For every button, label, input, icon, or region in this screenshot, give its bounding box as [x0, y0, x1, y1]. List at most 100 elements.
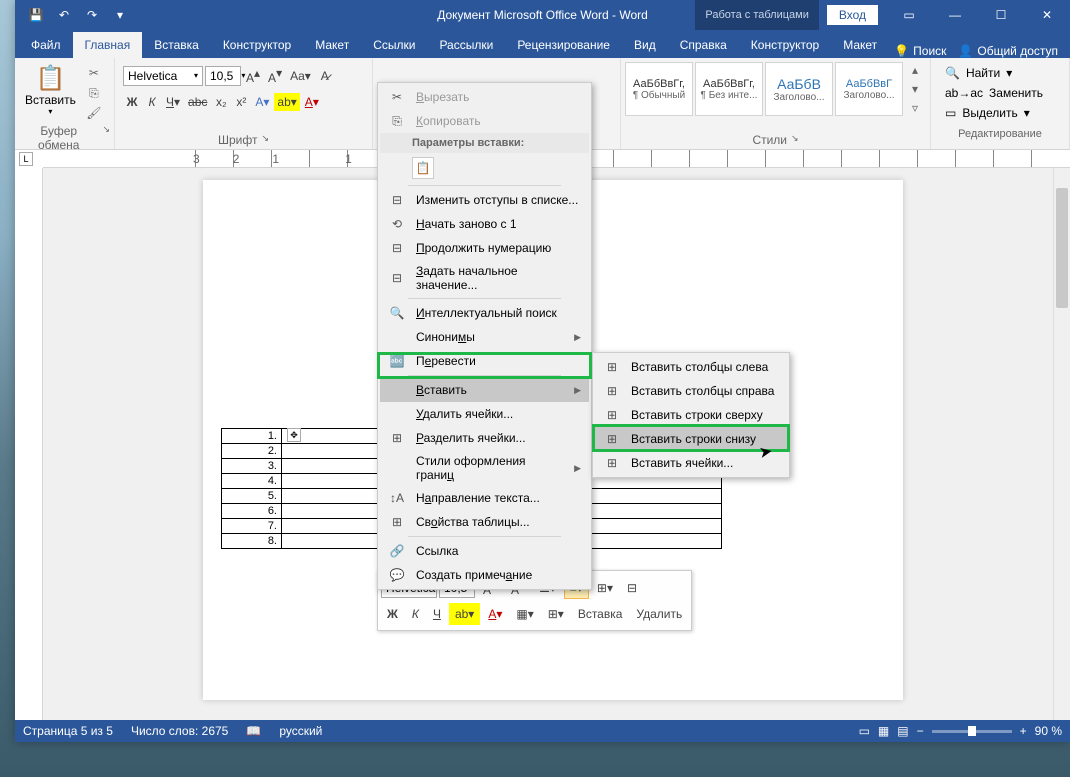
signin-button[interactable]: Вход	[827, 5, 878, 25]
undo-button[interactable]: ↶	[51, 2, 77, 28]
close-button[interactable]: ✕	[1024, 0, 1070, 30]
cm-text-direction[interactable]: ↕AНаправление текста...	[380, 486, 589, 510]
mt-borders[interactable]: ⊞▾	[542, 603, 570, 625]
bold-button[interactable]: Ж	[123, 93, 141, 111]
tab-home[interactable]: Главная	[73, 32, 143, 58]
zoom-in[interactable]: +	[1020, 724, 1027, 738]
replace-button[interactable]: ab→ac Заменить	[939, 84, 1061, 102]
cut-button[interactable]: ✂	[84, 64, 104, 82]
zoom-slider[interactable]	[932, 730, 1012, 733]
tell-me-search[interactable]: 💡 Поиск	[894, 44, 946, 58]
mt-highlight[interactable]: ab▾	[449, 603, 480, 625]
highlight-button[interactable]: ab▾	[274, 93, 299, 111]
tab-file[interactable]: Файл	[19, 32, 73, 58]
tab-references[interactable]: Ссылки	[361, 32, 427, 58]
cm-link[interactable]: 🔗Ссылка	[380, 539, 589, 563]
style-heading1[interactable]: АаБбВЗаголово...	[765, 62, 833, 116]
style-heading2[interactable]: АаБбВвГЗаголово...	[835, 62, 903, 116]
cm-smart-lookup[interactable]: 🔍Интеллектуальный поиск	[380, 301, 589, 325]
qat-customize[interactable]: ▾	[107, 2, 133, 28]
styles-up[interactable]: ▴	[905, 61, 925, 79]
superscript-button[interactable]: x²	[232, 93, 250, 111]
view-read-mode[interactable]: ▭	[859, 724, 870, 738]
redo-button[interactable]: ↷	[79, 2, 105, 28]
table-move-handle[interactable]: ✥	[287, 428, 301, 442]
tab-help[interactable]: Справка	[668, 32, 739, 58]
sm-insert-cols-left[interactable]: ⊞Вставить столбцы слева	[595, 355, 787, 379]
style-nospacing[interactable]: АаБбВвГг,¶ Без инте...	[695, 62, 763, 116]
cm-continue-numbering[interactable]: ⊟Продолжить нумерацию	[380, 236, 589, 260]
mt-insert-btn[interactable]: Вставка	[572, 603, 629, 625]
status-language[interactable]: русский	[279, 724, 322, 738]
cm-split-cells[interactable]: ⊞Разделить ячейки...	[380, 426, 589, 450]
minimize-button[interactable]: —	[932, 0, 978, 30]
scrollbar-thumb[interactable]	[1056, 188, 1068, 308]
tab-table-design[interactable]: Конструктор	[739, 32, 831, 58]
scrollbar-vertical[interactable]	[1053, 168, 1070, 720]
ribbon-display-options[interactable]: ▭	[886, 0, 932, 30]
save-button[interactable]: 💾	[23, 2, 49, 28]
cm-insert[interactable]: Вставить▶	[380, 378, 589, 402]
view-web-layout[interactable]: ▤	[897, 724, 908, 738]
tab-mailings[interactable]: Рассылки	[427, 32, 505, 58]
tab-review[interactable]: Рецензирование	[505, 32, 622, 58]
cm-translate[interactable]: 🔤Перевести	[380, 349, 589, 373]
tab-selector[interactable]: L	[19, 152, 33, 166]
sm-insert-rows-above[interactable]: ⊞Вставить строки сверху	[595, 403, 787, 427]
status-word-count[interactable]: Число слов: 2675	[131, 724, 228, 738]
mt-bold[interactable]: Ж	[381, 603, 404, 625]
find-button[interactable]: 🔍 Найти ▾	[939, 64, 1061, 82]
sm-insert-cells[interactable]: ⊞Вставить ячейки...	[595, 451, 787, 475]
font-size-selector[interactable]: 10,5▾	[205, 66, 241, 86]
underline-button[interactable]: Ч▾	[163, 93, 183, 111]
cm-set-numbering-value[interactable]: ⊟Задать начальное значение...	[380, 260, 589, 296]
tab-insert[interactable]: Вставка	[142, 32, 211, 58]
cm-new-comment[interactable]: 💬Создать примечание	[380, 563, 589, 587]
mt-shading[interactable]: ▦▾	[510, 603, 539, 625]
styles-down[interactable]: ▾	[905, 80, 925, 98]
mt-font-color[interactable]: A▾	[482, 603, 508, 625]
text-effects-button[interactable]: A▾	[252, 93, 272, 111]
strikethrough-button[interactable]: abc	[185, 93, 210, 111]
select-button[interactable]: ▭ Выделить ▾	[939, 104, 1061, 122]
status-page[interactable]: Страница 5 из 5	[23, 724, 113, 738]
font-name-selector[interactable]: Helvetica▾	[123, 66, 203, 86]
mt-italic[interactable]: К	[406, 603, 425, 625]
sm-insert-cols-right[interactable]: ⊞Вставить столбцы справа	[595, 379, 787, 403]
grow-font-button[interactable]: A▴	[243, 64, 263, 87]
paste-option[interactable]: 📋	[412, 157, 434, 179]
spellcheck-icon[interactable]: 📖	[246, 724, 261, 738]
cm-synonyms[interactable]: Синонимы▶	[380, 325, 589, 349]
style-normal[interactable]: АаБбВвГг,¶ Обычный	[625, 62, 693, 116]
mt-table-insert[interactable]: ⊞▾	[591, 577, 619, 599]
view-print-layout[interactable]: ▦	[878, 724, 889, 738]
tab-table-layout[interactable]: Макет	[831, 32, 889, 58]
change-case-button[interactable]: Aa▾	[287, 67, 314, 85]
styles-more[interactable]: ▿	[905, 99, 925, 117]
italic-button[interactable]: К	[143, 93, 161, 111]
tab-layout[interactable]: Макет	[303, 32, 361, 58]
cm-border-styles[interactable]: Стили оформления границ▶	[380, 450, 589, 486]
mt-table-delete[interactable]: ⊟	[621, 577, 643, 599]
tab-design[interactable]: Конструктор	[211, 32, 303, 58]
format-painter-button[interactable]: 🖌	[84, 104, 104, 122]
cm-delete-cells[interactable]: Удалить ячейки...	[380, 402, 589, 426]
copy-button[interactable]: ⎘	[84, 84, 104, 102]
clear-formatting-button[interactable]: A̷	[316, 67, 334, 85]
font-color-button[interactable]: A▾	[302, 93, 322, 111]
cm-restart-numbering[interactable]: ⟲Начать заново с 1	[380, 212, 589, 236]
mt-delete-btn[interactable]: Удалить	[630, 603, 688, 625]
share-button[interactable]: 👤 Общий доступ	[958, 44, 1058, 58]
ruler-vertical[interactable]	[15, 168, 43, 720]
subscript-button[interactable]: x₂	[212, 93, 230, 111]
styles-gallery[interactable]: АаБбВвГг,¶ Обычный АаБбВвГг,¶ Без инте..…	[625, 60, 925, 118]
zoom-out[interactable]: −	[917, 724, 924, 738]
tab-view[interactable]: Вид	[622, 32, 668, 58]
cm-table-properties[interactable]: ⊞Свойства таблицы...	[380, 510, 589, 534]
paste-button[interactable]: 📋 Вставить ▾	[19, 60, 82, 120]
zoom-level[interactable]: 90 %	[1035, 724, 1062, 738]
shrink-font-button[interactable]: A▾	[265, 64, 285, 87]
cm-list-indents[interactable]: ⊟Изменить отступы в списке...	[380, 188, 589, 212]
maximize-button[interactable]: ☐	[978, 0, 1024, 30]
mt-underline[interactable]: Ч	[427, 603, 447, 625]
